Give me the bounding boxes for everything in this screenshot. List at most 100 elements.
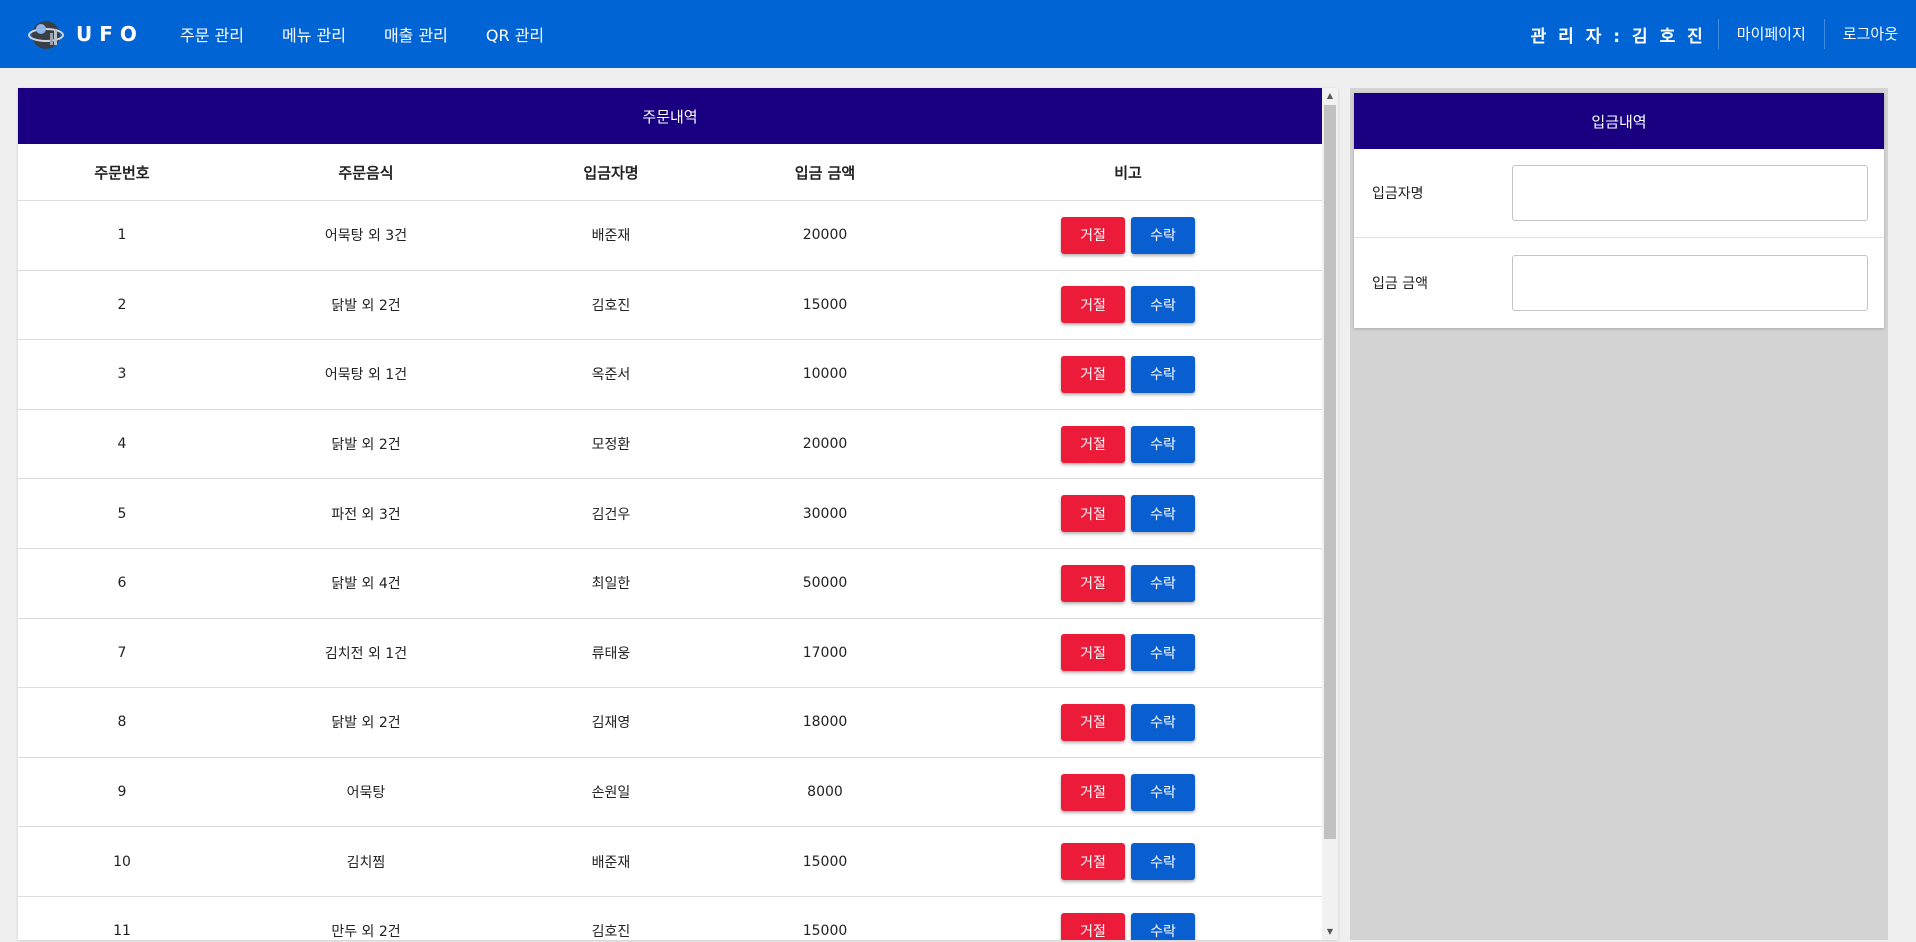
amount-label: 입금 금액 [1372,275,1428,292]
logo[interactable]: UFO [28,15,158,53]
order-number: 4 [117,436,127,453]
table-row: 10 김치찜 배준재 15000 거절 수락 [18,827,1322,897]
row-actions: 거절 수락 [934,286,1322,324]
table-row: 11 만두 외 2건 김호진 15000 거절 수락 [18,897,1322,940]
reject-button[interactable]: 거절 [1061,286,1125,324]
row-actions: 거절 수락 [934,564,1322,602]
depositor-name: 옥준서 [591,367,631,384]
accept-button[interactable]: 수락 [1131,564,1195,602]
logout-link[interactable]: 로그아웃 [1823,19,1916,49]
scroll-down-arrow-icon[interactable]: ▼ [1322,924,1338,940]
accept-button[interactable]: 수락 [1131,286,1195,324]
depositor-name: 김건우 [591,506,631,523]
table-row: 4 닭발 외 2건 모정환 20000 거절 수락 [18,410,1322,480]
order-food: 파전 외 3건 [331,506,401,523]
table-row: 3 어묵탕 외 1건 옥준서 10000 거절 수락 [18,340,1322,410]
deposit-amount: 30000 [802,505,848,522]
deposit-amount: 15000 [802,853,848,870]
deposit-amount: 50000 [802,575,848,592]
deposit-amount: 15000 [802,296,848,313]
depositor-input[interactable] [1512,165,1868,221]
brand-name: UFO [76,22,144,46]
deposit-amount: 18000 [802,714,848,731]
table-row: 6 닭발 외 4건 최일한 50000 거절 수락 [18,549,1322,619]
accept-button[interactable]: 수락 [1131,495,1195,533]
depositor-name: 배준재 [591,228,631,245]
order-food: 만두 외 2건 [331,924,401,940]
table-body: 1 어묵탕 외 3건 배준재 20000 거절 수락 2 닭발 외 2건 김호진 15000 거절 수… [18,201,1322,940]
deposit-amount: 17000 [802,644,848,661]
reject-button[interactable]: 거절 [1061,634,1125,672]
orders-panel-title: 주문내역 [18,88,1322,144]
accept-button[interactable]: 수락 [1131,634,1195,672]
reject-button[interactable]: 거절 [1061,773,1125,811]
reject-button[interactable]: 거절 [1061,912,1125,940]
table-row: 5 파전 외 3건 김건우 30000 거절 수락 [18,479,1322,549]
order-food: 닭발 외 2건 [331,437,401,454]
table-row: 2 닭발 외 2건 김호진 15000 거절 수락 [18,271,1322,341]
accept-button[interactable]: 수락 [1131,773,1195,811]
reject-button[interactable]: 거절 [1061,703,1125,741]
mypage-link[interactable]: 마이페이지 [1717,19,1824,49]
order-number: 8 [117,714,127,731]
table-row: 8 닭발 외 2건 김재영 18000 거절 수락 [18,688,1322,758]
amount-row: 입금 금액 [1354,238,1884,327]
amount-input[interactable] [1512,254,1868,311]
accept-button[interactable]: 수락 [1131,912,1195,940]
depositor-name: 최일한 [591,576,631,593]
deposit-panel-title: 입금내역 [1354,93,1884,149]
deposit-amount: 20000 [802,436,848,453]
deposit-amount: 10000 [802,366,848,383]
reject-button[interactable]: 거절 [1061,355,1125,393]
depositor-name: 류태웅 [591,645,631,662]
nav-qr-management[interactable]: QR 관리 [486,22,544,46]
order-food: 닭발 외 4건 [331,576,401,593]
order-number: 5 [117,505,127,522]
nav-sales-management[interactable]: 매출 관리 [384,22,448,46]
orders-panel: 주문내역 주문번호 주문음식 입금자명 입금 금액 비고 1 어묵탕 외 3건 배준… [18,88,1338,940]
row-actions: 거절 수락 [934,912,1322,940]
order-food: 어묵탕 외 3건 [324,228,408,245]
admin-name: 관 리 자 : 김 호 진 [1530,26,1706,47]
accept-button[interactable]: 수락 [1131,216,1195,254]
row-actions: 거절 수락 [934,634,1322,672]
scrollbar-thumb[interactable] [1324,105,1336,839]
reject-button[interactable]: 거절 [1061,425,1125,463]
reject-button[interactable]: 거절 [1061,843,1125,881]
depositor-name: 손원일 [591,785,631,802]
accept-button[interactable]: 수락 [1131,843,1195,881]
reject-button[interactable]: 거절 [1061,495,1125,533]
deposit-amount: 8000 [807,784,843,801]
depositor-name: 배준재 [591,854,631,871]
user-area: 관 리 자 : 김 호 진 마이페이지 로그아웃 [1531,0,1916,68]
accept-button[interactable]: 수락 [1131,355,1195,393]
reject-button[interactable]: 거절 [1061,216,1125,254]
deposit-panel: 입금내역 입금자명 입금 금액 [1354,93,1884,328]
depositor-label: 입금자명 [1372,186,1424,202]
header-note: 비고 [1114,163,1142,182]
depositor-name: 김호진 [591,297,631,314]
reject-button[interactable]: 거절 [1061,564,1125,602]
nav-order-management[interactable]: 주문 관리 [180,22,244,46]
accept-button[interactable]: 수락 [1131,703,1195,741]
ufo-logo-icon [28,15,66,53]
depositor-name: 모정환 [591,437,631,454]
table-row: 1 어묵탕 외 3건 배준재 20000 거절 수락 [18,201,1322,271]
order-food: 김치전 외 1건 [324,645,408,662]
scroll-up-arrow-icon[interactable]: ▲ [1322,88,1338,104]
orders-scrollbar[interactable]: ▲ ▼ [1322,88,1338,940]
order-number: 9 [117,784,127,801]
row-actions: 거절 수락 [934,495,1322,533]
header-depositor: 입금자명 [583,163,639,182]
order-number: 7 [117,644,127,661]
table-header: 주문번호 주문음식 입금자명 입금 금액 비고 [18,144,1322,201]
row-actions: 거절 수락 [934,773,1322,811]
order-number: 6 [117,575,127,592]
nav-menu-management[interactable]: 메뉴 관리 [282,22,346,46]
order-food: 김치찜 [346,854,386,871]
accept-button[interactable]: 수락 [1131,425,1195,463]
order-food: 닭발 외 2건 [331,715,401,732]
order-number: 1 [117,227,127,244]
order-number: 3 [117,366,127,383]
row-actions: 거절 수락 [934,216,1322,254]
